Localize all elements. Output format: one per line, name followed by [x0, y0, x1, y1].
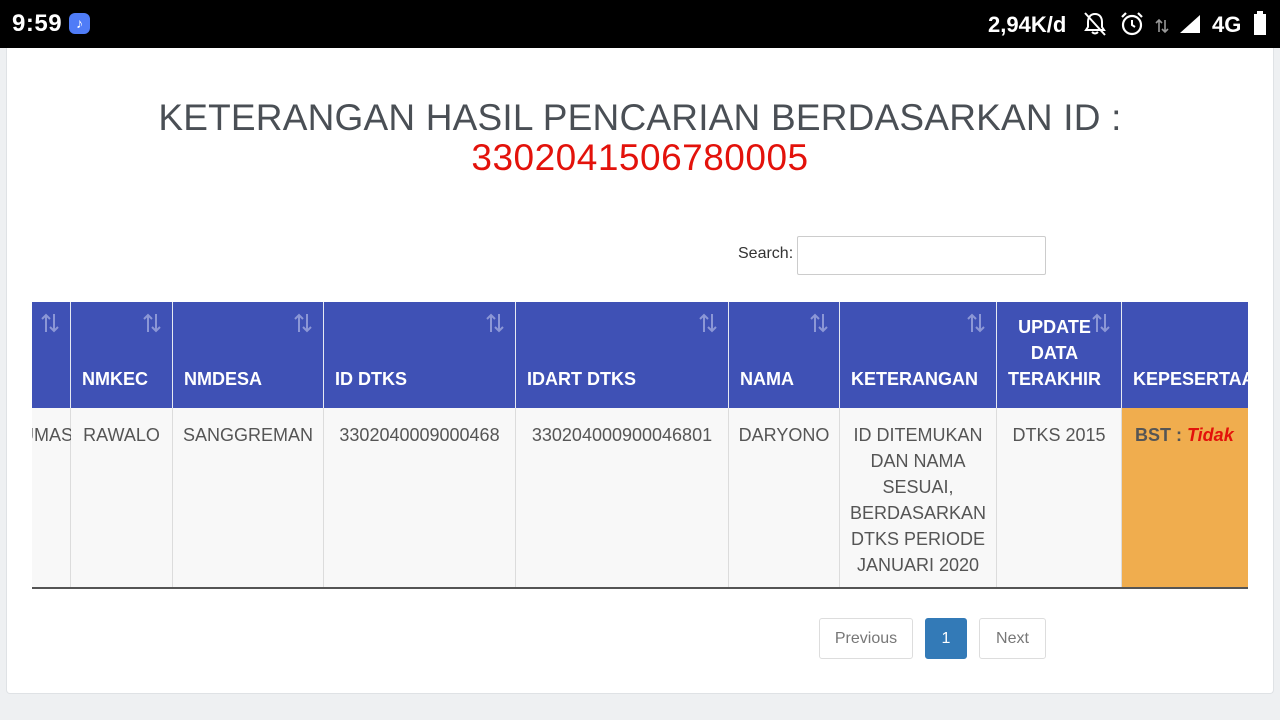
kepesertaan-label: BST :: [1135, 425, 1182, 445]
column-header-idart-dtks[interactable]: IDART DTKS: [516, 302, 729, 408]
cell-idart-dtks: 330204000900046801: [516, 408, 729, 588]
data-arrows-icon: [1155, 18, 1169, 34]
sort-icon: [41, 313, 59, 333]
keterangan-line: DTKS PERIODE: [850, 529, 986, 549]
previous-button[interactable]: Previous: [819, 618, 913, 659]
header-line: TERAKHIR: [1008, 369, 1101, 389]
keterangan-line: BERDASARKAN: [849, 503, 987, 523]
network-type: 4G: [1212, 12, 1242, 37]
status-bar: 9:59 ♪ 2,94K/d 4G: [0, 0, 1280, 48]
cell-keterangan: ID DITEMUKAN DAN NAMA SESUAI, BERDASARKA…: [840, 408, 997, 588]
keterangan-line: ID DITEMUKAN: [853, 425, 983, 445]
page-1-button[interactable]: 1: [925, 618, 967, 659]
column-header-keterangan[interactable]: KETERANGAN: [840, 302, 997, 408]
column-header-kepesertaan[interactable]: KEPESERTAAN: [1122, 302, 1248, 408]
header-line: UPDATE: [1018, 317, 1091, 337]
sort-icon: [699, 313, 717, 333]
sort-icon: [143, 313, 161, 333]
column-header-truncated[interactable]: [32, 302, 71, 408]
keterangan-line: SESUAI,: [882, 477, 954, 497]
column-header-update-data-terakhir[interactable]: UPDATE DATA TERAKHIR: [997, 302, 1122, 408]
page-title: KETERANGAN HASIL PENCARIAN BERDASARKAN I…: [158, 97, 1122, 138]
header-line: DATA: [1030, 343, 1079, 363]
bell-off-icon: [1084, 12, 1106, 36]
cell-kepesertaan: BST : Tidak: [1122, 408, 1248, 588]
next-button[interactable]: Next: [979, 618, 1046, 659]
results-table: NMKEC NMDESA ID DTKS IDART DTKS NAMA KET…: [32, 302, 1248, 590]
search-id-value: 3302041506780005: [471, 137, 809, 178]
alarm-icon: [1121, 12, 1143, 36]
battery-icon: [1254, 11, 1266, 35]
cell-truncated: BANYUMAS: [32, 408, 73, 588]
cell-nama: DARYONO: [729, 408, 840, 588]
cell-id-dtks: 3302040009000468: [324, 408, 516, 588]
table-bottom-border: [32, 587, 1248, 589]
network-speed: 2,94K/d: [988, 12, 1067, 37]
column-header-nmdesa[interactable]: NMDESA: [173, 302, 324, 408]
status-time: 9:59: [12, 10, 63, 37]
sort-icon: [1092, 313, 1110, 333]
keterangan-line: DAN NAMA: [870, 451, 966, 471]
keterangan-line: JANUARI 2020: [856, 555, 980, 575]
column-header-nmkec[interactable]: NMKEC: [71, 302, 173, 408]
sort-icon: [486, 313, 504, 333]
cell-nmkec: RAWALO: [71, 408, 173, 588]
search-input[interactable]: [797, 236, 1046, 275]
signal-icon: [1180, 15, 1200, 33]
sort-icon: [810, 313, 828, 333]
column-header-nama[interactable]: NAMA: [729, 302, 840, 408]
cell-update: DTKS 2015: [997, 408, 1122, 588]
kepesertaan-value: Tidak: [1187, 425, 1234, 445]
cell-nmdesa: SANGGREMAN: [173, 408, 324, 588]
sort-icon: [294, 313, 312, 333]
sort-icon: [967, 313, 985, 333]
search-label: Search:: [738, 245, 794, 262]
music-app-icon: ♪: [69, 13, 90, 34]
column-header-id-dtks[interactable]: ID DTKS: [324, 302, 516, 408]
